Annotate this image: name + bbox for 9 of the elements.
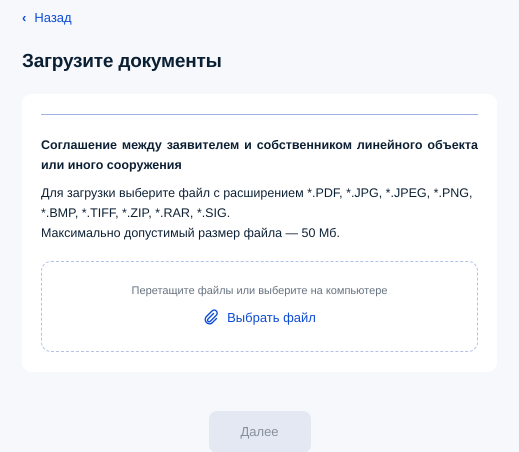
document-title: Соглашение между заявителем и собственником линейного объекта или иного сооружения xyxy=(41,137,478,174)
page-title: Загрузите документы xyxy=(22,50,223,74)
back-link[interactable]: ‹ Назад xyxy=(22,8,72,28)
dropzone-hint: Перетащите файлы или выберите на компьютере xyxy=(132,285,388,297)
formats-text: Для загрузки выберите файл с расширением *.PDF, *.JPG, *.JPEG, *.PNG, *.BMP, *.TIFF, *.ZIP, *.RAR, *.SIG. xyxy=(41,185,474,222)
choose-file-button[interactable]: Выбрать файл xyxy=(203,308,316,327)
size-limit-text: Максимально допустимый размер файла — 50 Мб. xyxy=(41,225,341,242)
paperclip-icon xyxy=(203,309,220,326)
file-dropzone[interactable]: Перетащите файлы или выберите на компьютере Выбрать файл xyxy=(41,261,478,352)
